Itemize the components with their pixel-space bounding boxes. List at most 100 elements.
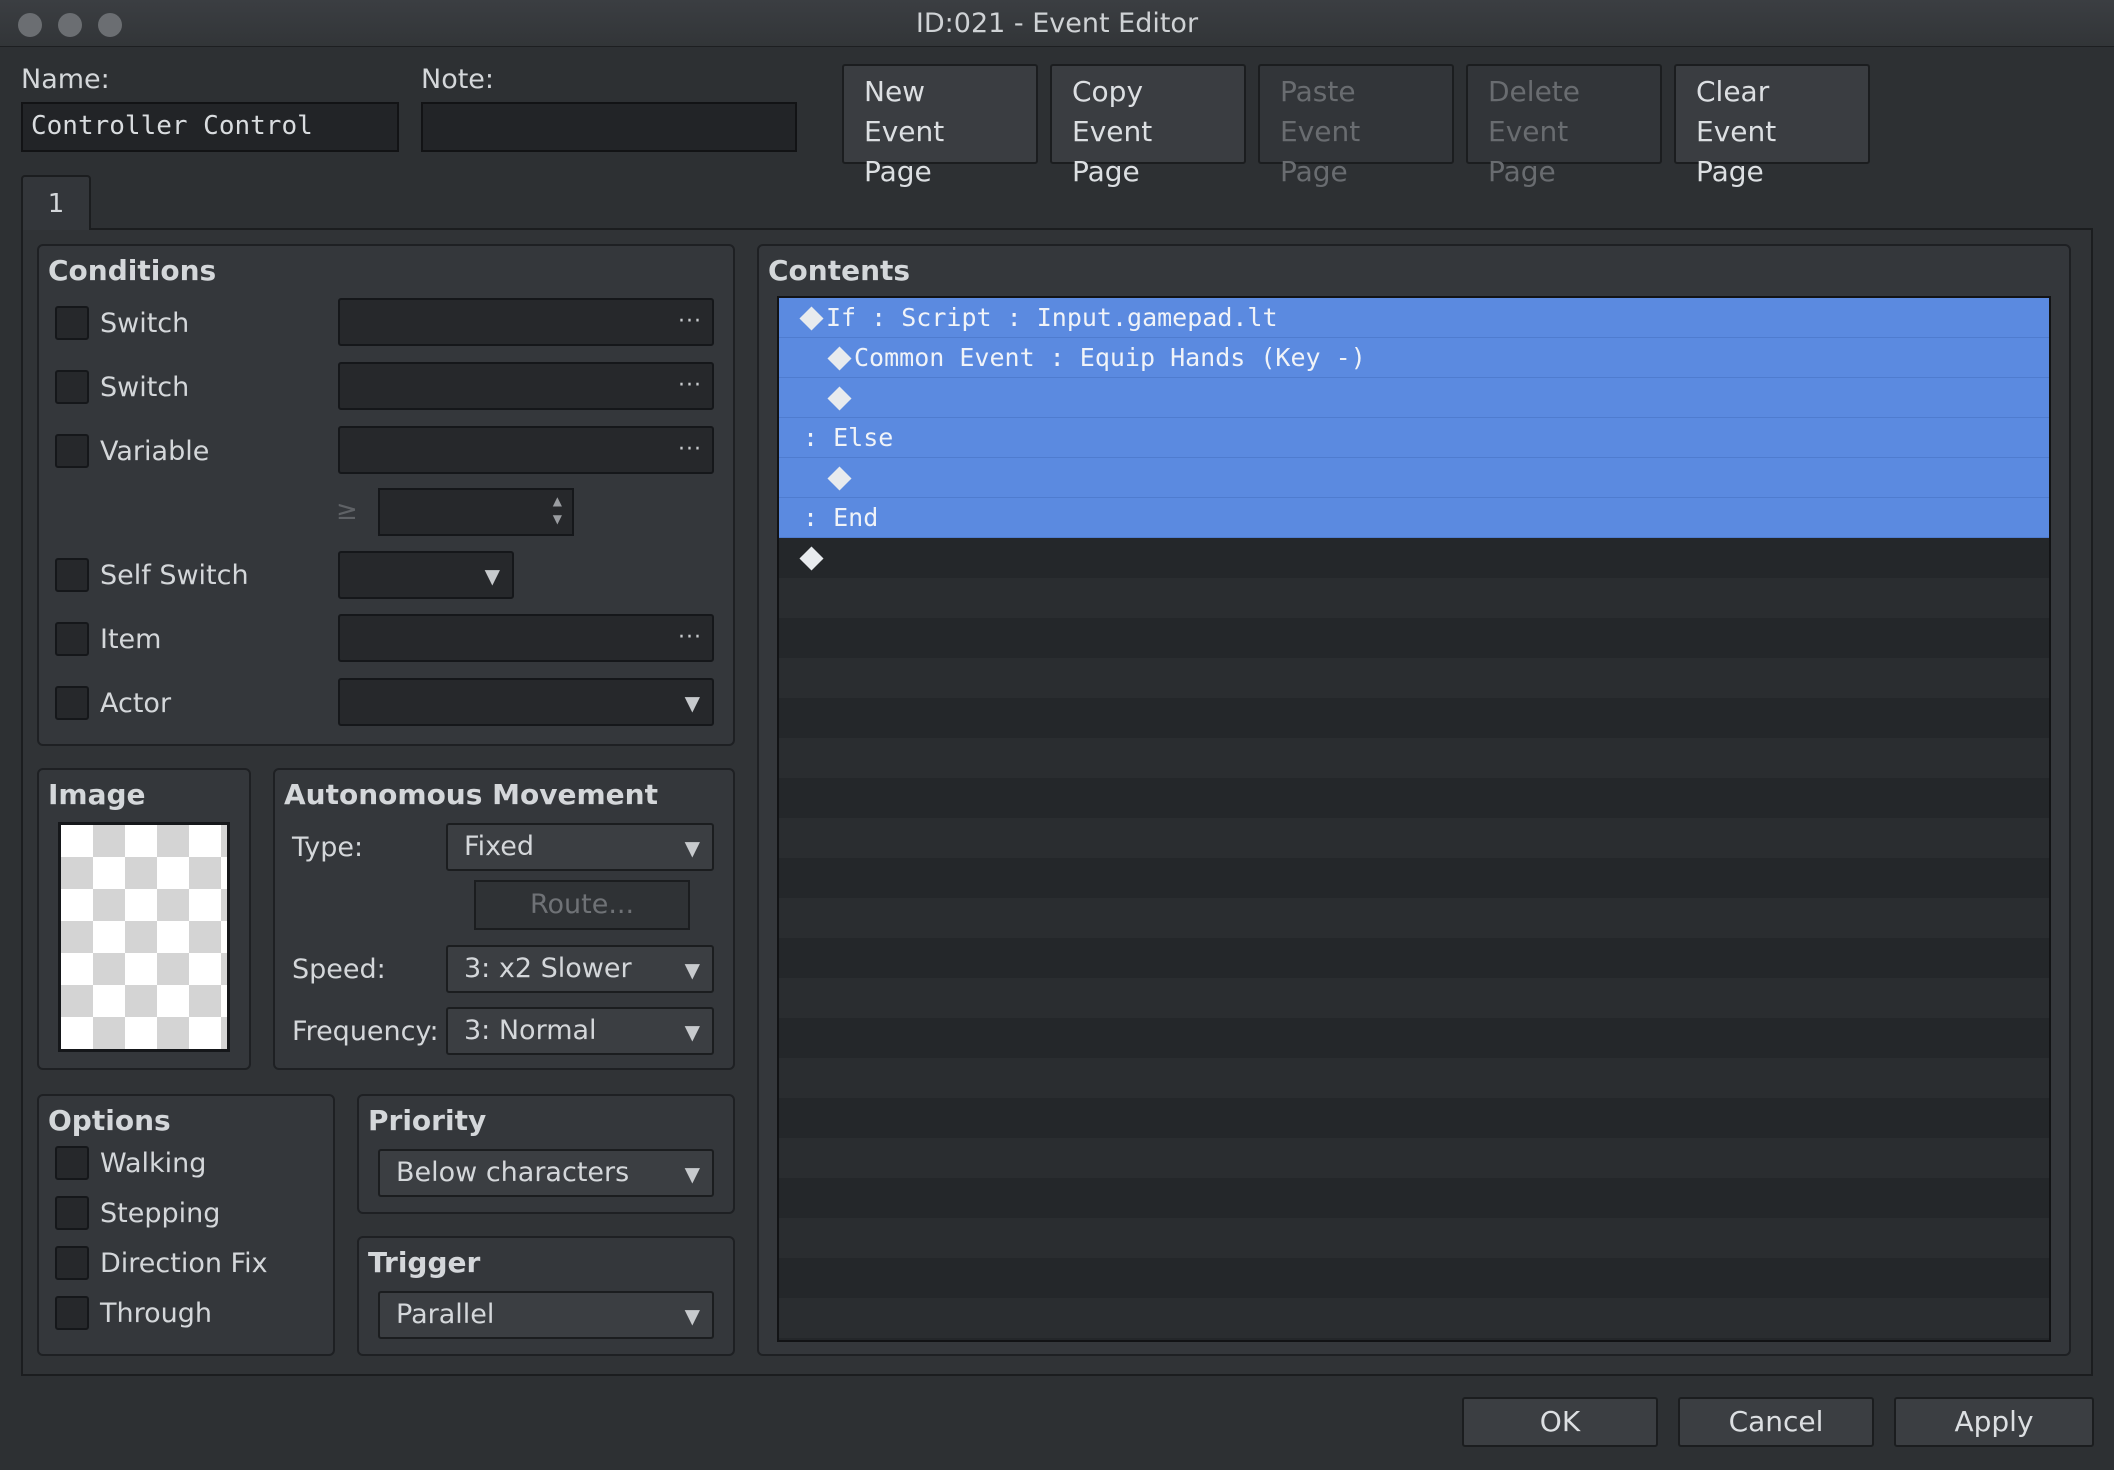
variable-value-spinner[interactable]: ▲ ▼	[378, 488, 574, 536]
frequency-select[interactable]: 3: Normal ▼	[446, 1007, 714, 1055]
through-label: Through	[100, 1298, 212, 1329]
chevron-down-icon: ▼	[684, 1304, 700, 1328]
conditions-header: Conditions	[48, 254, 217, 287]
variable-checkbox[interactable]	[55, 434, 89, 468]
variable-selector[interactable]: ···	[338, 426, 714, 474]
empty-line[interactable]	[779, 578, 2049, 618]
diamond-icon	[827, 386, 852, 411]
trigger-select[interactable]: Parallel ▼	[378, 1291, 714, 1339]
empty-line[interactable]	[779, 738, 2049, 778]
event-command-list[interactable]: If : Script : Input.gamepad.lt Common Eve…	[777, 296, 2051, 1342]
empty-line[interactable]	[779, 698, 2049, 738]
frequency-label: Frequency:	[292, 1016, 439, 1047]
speed-label: Speed:	[292, 954, 386, 985]
command-line[interactable]	[779, 458, 2049, 498]
frequency-value: 3: Normal	[464, 1015, 597, 1046]
empty-line[interactable]	[779, 658, 2049, 698]
switch1-selector[interactable]: ···	[338, 298, 714, 346]
diamond-icon	[799, 306, 824, 331]
stepping-checkbox[interactable]	[55, 1196, 89, 1230]
clear-event-page-label-2: Event Page	[1696, 115, 1777, 188]
switch2-selector[interactable]: ···	[338, 362, 714, 410]
note-input[interactable]	[421, 102, 797, 152]
movement-type-select[interactable]: Fixed ▼	[446, 823, 714, 871]
empty-line[interactable]	[779, 1138, 2049, 1178]
command-line[interactable]	[779, 538, 2049, 578]
empty-line[interactable]	[779, 1058, 2049, 1098]
empty-line[interactable]	[779, 778, 2049, 818]
chevron-down-icon: ▼	[684, 1162, 700, 1186]
direction-fix-checkbox[interactable]	[55, 1246, 89, 1280]
priority-select[interactable]: Below characters ▼	[378, 1149, 714, 1197]
empty-line[interactable]	[779, 1298, 2049, 1338]
empty-line[interactable]	[779, 1178, 2049, 1218]
empty-line[interactable]	[779, 978, 2049, 1018]
movement-type-value: Fixed	[464, 831, 534, 862]
switch2-checkbox[interactable]	[55, 370, 89, 404]
chevron-down-icon: ▼	[684, 1020, 700, 1044]
ok-button[interactable]: OK	[1462, 1397, 1658, 1447]
item-label: Item	[100, 624, 162, 655]
empty-line[interactable]	[779, 898, 2049, 938]
type-label: Type:	[292, 832, 364, 863]
chevron-down-icon: ▼	[684, 836, 700, 860]
self-switch-checkbox[interactable]	[55, 558, 89, 592]
empty-line[interactable]	[779, 818, 2049, 858]
stepping-label: Stepping	[100, 1198, 221, 1229]
window-title: ID:021 - Event Editor	[915, 8, 1199, 39]
contents-header: Contents	[768, 254, 911, 287]
spinner-up-icon[interactable]: ▲	[553, 494, 562, 508]
paste-event-page-button[interactable]: Paste Event Page	[1258, 64, 1454, 188]
empty-line[interactable]	[779, 618, 2049, 658]
walking-checkbox[interactable]	[55, 1146, 89, 1180]
image-header: Image	[48, 778, 146, 811]
speed-select[interactable]: 3: x2 Slower ▼	[446, 945, 714, 993]
priority-value: Below characters	[396, 1157, 630, 1188]
name-input[interactable]: Controller Control	[21, 102, 399, 152]
command-line[interactable]: : Else	[779, 418, 2049, 458]
route-button[interactable]: Route...	[474, 880, 690, 930]
speed-value: 3: x2 Slower	[464, 953, 632, 984]
event-image-preview[interactable]	[58, 822, 230, 1052]
command-line[interactable]: Common Event : Equip Hands (Key -)	[779, 338, 2049, 378]
empty-line[interactable]	[779, 938, 2049, 978]
diamond-icon	[827, 466, 852, 491]
diamond-icon	[827, 346, 852, 371]
paste-event-page-label-1: Paste	[1280, 75, 1356, 108]
copy-event-page-button[interactable]: Copy Event Page	[1050, 64, 1246, 188]
options-header: Options	[48, 1104, 171, 1137]
paste-event-page-label-2: Event Page	[1280, 115, 1361, 188]
variable-label: Variable	[100, 436, 210, 467]
actor-select[interactable]: ▼	[338, 678, 714, 726]
empty-line[interactable]	[779, 1018, 2049, 1058]
empty-line[interactable]	[779, 1098, 2049, 1138]
priority-header: Priority	[368, 1104, 487, 1137]
through-checkbox[interactable]	[55, 1296, 89, 1330]
delete-event-page-button[interactable]: Delete Event Page	[1466, 64, 1662, 188]
note-label: Note:	[421, 64, 495, 95]
empty-line[interactable]	[779, 858, 2049, 898]
command-line[interactable]	[779, 378, 2049, 418]
switch1-checkbox[interactable]	[55, 306, 89, 340]
clear-event-page-label-1: Clear	[1696, 75, 1770, 108]
spinner-down-icon[interactable]: ▼	[553, 512, 562, 526]
new-event-page-button[interactable]: New Event Page	[842, 64, 1038, 188]
command-line[interactable]: : End	[779, 498, 2049, 538]
self-switch-select[interactable]: ▼	[338, 551, 514, 599]
new-event-page-label-2: Event Page	[864, 115, 945, 188]
tab-page-1[interactable]: 1	[21, 175, 91, 230]
actor-checkbox[interactable]	[55, 686, 89, 720]
empty-line[interactable]	[779, 1218, 2049, 1258]
direction-fix-label: Direction Fix	[100, 1248, 268, 1279]
command-line[interactable]: If : Script : Input.gamepad.lt	[779, 298, 2049, 338]
empty-line[interactable]	[779, 1338, 2049, 1340]
item-checkbox[interactable]	[55, 622, 89, 656]
empty-line[interactable]	[779, 1258, 2049, 1298]
clear-event-page-button[interactable]: Clear Event Page	[1674, 64, 1870, 188]
chevron-down-icon: ▼	[684, 691, 700, 715]
diamond-icon	[799, 546, 824, 571]
item-selector[interactable]: ···	[338, 614, 714, 662]
apply-button[interactable]: Apply	[1894, 1397, 2094, 1447]
copy-event-page-label-2: Event Page	[1072, 115, 1153, 188]
cancel-button[interactable]: Cancel	[1678, 1397, 1874, 1447]
